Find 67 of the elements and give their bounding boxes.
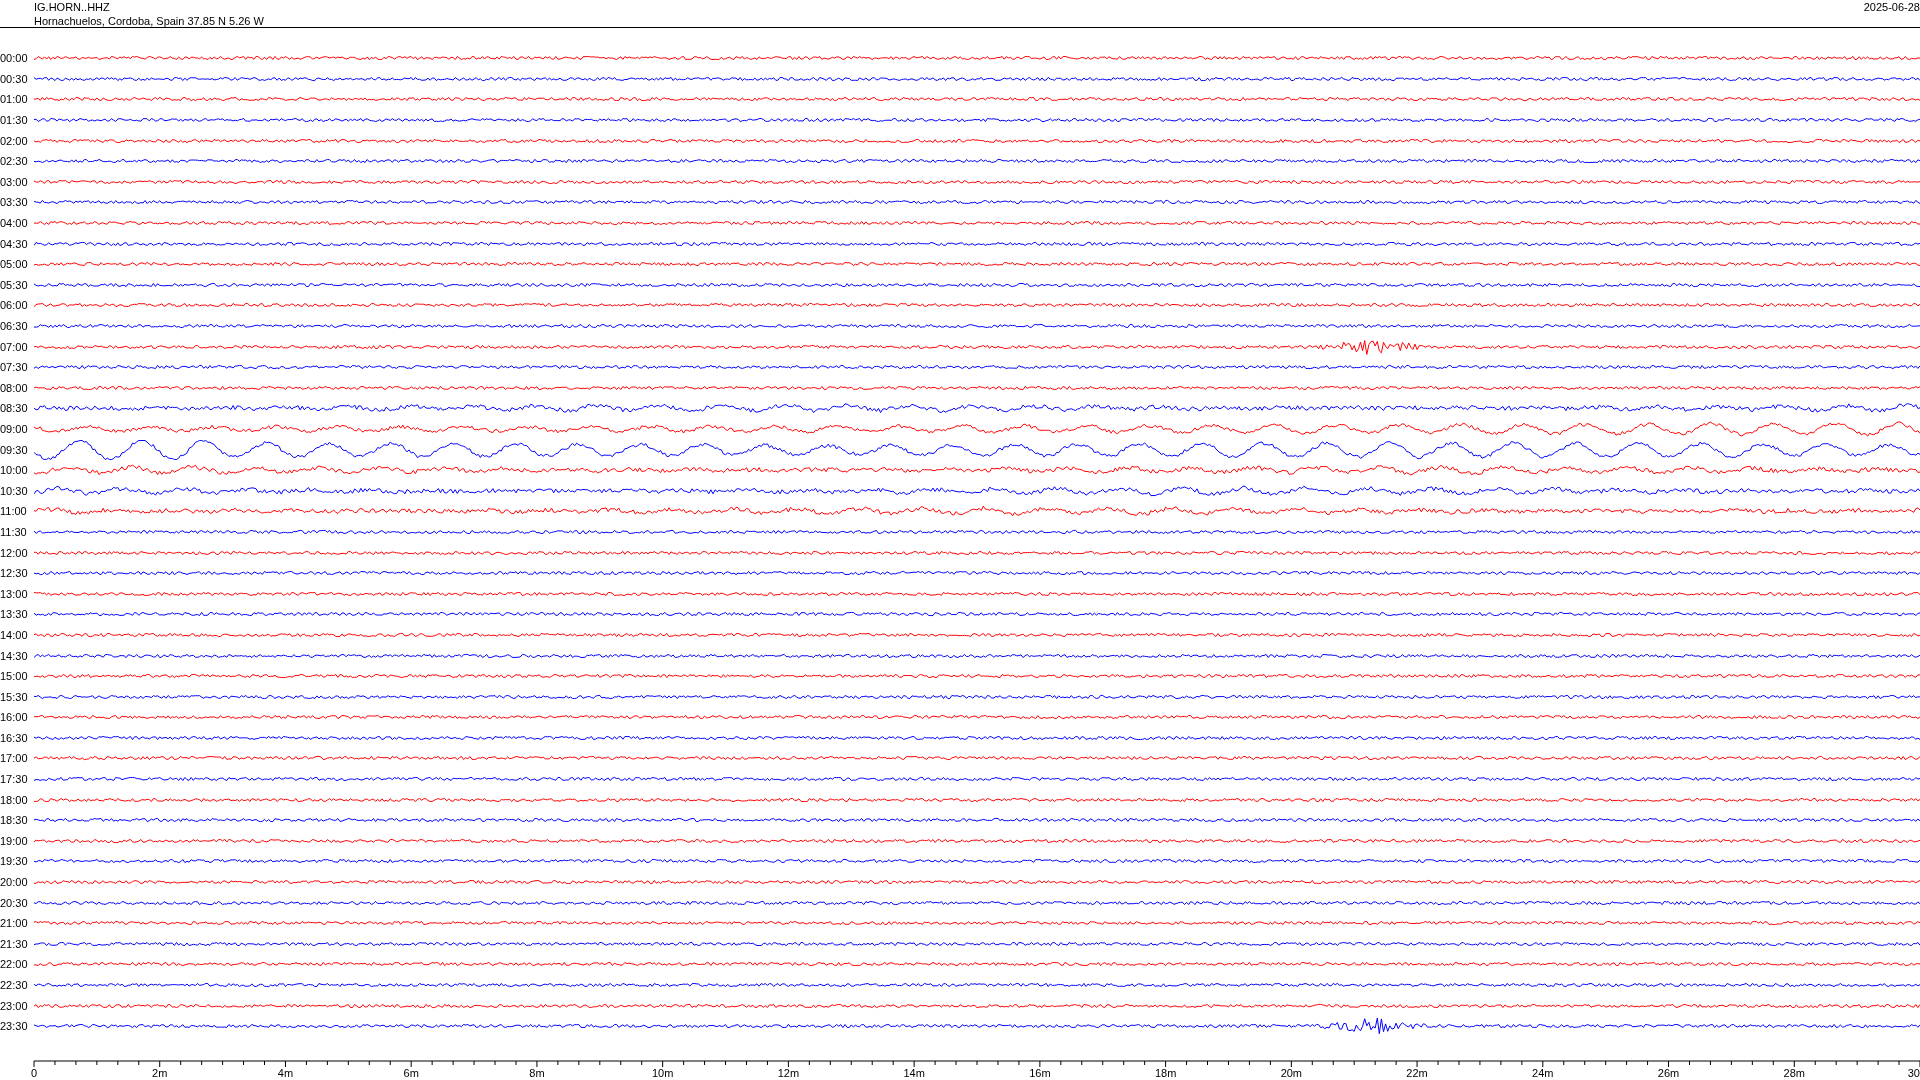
row-time-label: 06:00	[0, 299, 29, 312]
row-time-label: 14:30	[0, 649, 29, 662]
row-time-label: 07:00	[0, 340, 29, 353]
row-time-label: 19:30	[0, 855, 29, 868]
row-time-label: 10:30	[0, 484, 29, 497]
row-time-label: 02:30	[0, 155, 29, 168]
row-time-label: 08:00	[0, 381, 29, 394]
axis-tick-label: 4m	[277, 1066, 294, 1079]
axis-tick-label: 10m	[651, 1066, 674, 1079]
axis-tick-label: 12m	[777, 1066, 800, 1079]
axis-tick-label: 0	[30, 1066, 38, 1079]
row-time-label: 05:30	[0, 278, 29, 291]
axis-tick-label: 26m	[1657, 1066, 1680, 1079]
row-time-label: 13:00	[0, 587, 29, 600]
row-time-label: 20:30	[0, 896, 29, 909]
row-time-label: 15:00	[0, 670, 29, 683]
axis-tick-label: 6m	[403, 1066, 419, 1079]
row-time-label: 12:30	[0, 567, 29, 580]
row-time-label: 01:30	[0, 114, 29, 127]
row-time-label: 00:30	[0, 72, 29, 85]
row-time-label: 21:30	[0, 937, 29, 950]
row-time-label: 22:00	[0, 958, 29, 971]
row-time-label: 17:30	[0, 773, 29, 786]
row-time-label: 10:00	[0, 464, 29, 477]
row-time-label: 14:00	[0, 628, 29, 641]
axis-tick-label: 28m	[1783, 1066, 1805, 1079]
row-time-label: 15:30	[0, 690, 29, 703]
row-time-label: 16:30	[0, 731, 29, 744]
row-time-label: 19:00	[0, 834, 29, 847]
row-time-label: 18:00	[0, 793, 29, 806]
row-time-label: 21:00	[0, 917, 29, 930]
axis-tick-label: 16m	[1029, 1066, 1051, 1079]
row-time-label: 07:30	[0, 361, 29, 374]
row-time-label: 03:30	[0, 196, 29, 209]
row-time-label: 17:00	[0, 752, 29, 765]
row-time-label: 00:00	[0, 52, 29, 65]
row-time-label: 09:00	[0, 423, 29, 435]
axis-tick-label: 18m	[1154, 1066, 1177, 1079]
row-time-label: 01:00	[0, 93, 29, 106]
row-time-label: 03:00	[0, 175, 29, 188]
axis-tick-label: 22m	[1406, 1066, 1428, 1079]
row-time-label: 11:00	[0, 505, 28, 518]
row-time-label: 16:00	[0, 711, 29, 724]
record-date: 2025-06-28	[1863, 0, 1920, 15]
row-time-label: 09:30	[0, 443, 29, 456]
row-time-label: 22:30	[0, 979, 29, 991]
row-time-label: 18:30	[0, 814, 29, 827]
row-time-label: 23:30	[0, 1020, 29, 1033]
row-time-label: 04:00	[0, 217, 29, 230]
row-time-label: 04:30	[0, 237, 29, 250]
station-code: IG.HORN..HHZ	[34, 0, 111, 14]
row-time-label: 06:30	[0, 320, 29, 332]
axis-tick-label: 30	[1907, 1066, 1920, 1079]
axis-tick-label: 20m	[1280, 1066, 1303, 1079]
row-time-label: 11:30	[0, 525, 28, 538]
row-time-label: 20:00	[0, 876, 29, 889]
row-time-label: 23:00	[0, 999, 29, 1012]
axis-tick-label: 8m	[529, 1066, 545, 1079]
row-time-label: 02:00	[0, 134, 29, 147]
row-time-label: 13:30	[0, 608, 29, 621]
row-time-label: 05:00	[0, 258, 29, 271]
axis-tick-label: 24m	[1532, 1066, 1554, 1079]
axis-tick-label: 2m	[152, 1066, 168, 1079]
station-location: Hornachuelos, Cordoba, Spain 37.85 N 5.26 W	[34, 14, 264, 28]
row-time-label: 08:30	[0, 402, 29, 415]
row-time-label: 12:00	[0, 546, 29, 559]
axis-tick-label: 14m	[903, 1066, 925, 1079]
